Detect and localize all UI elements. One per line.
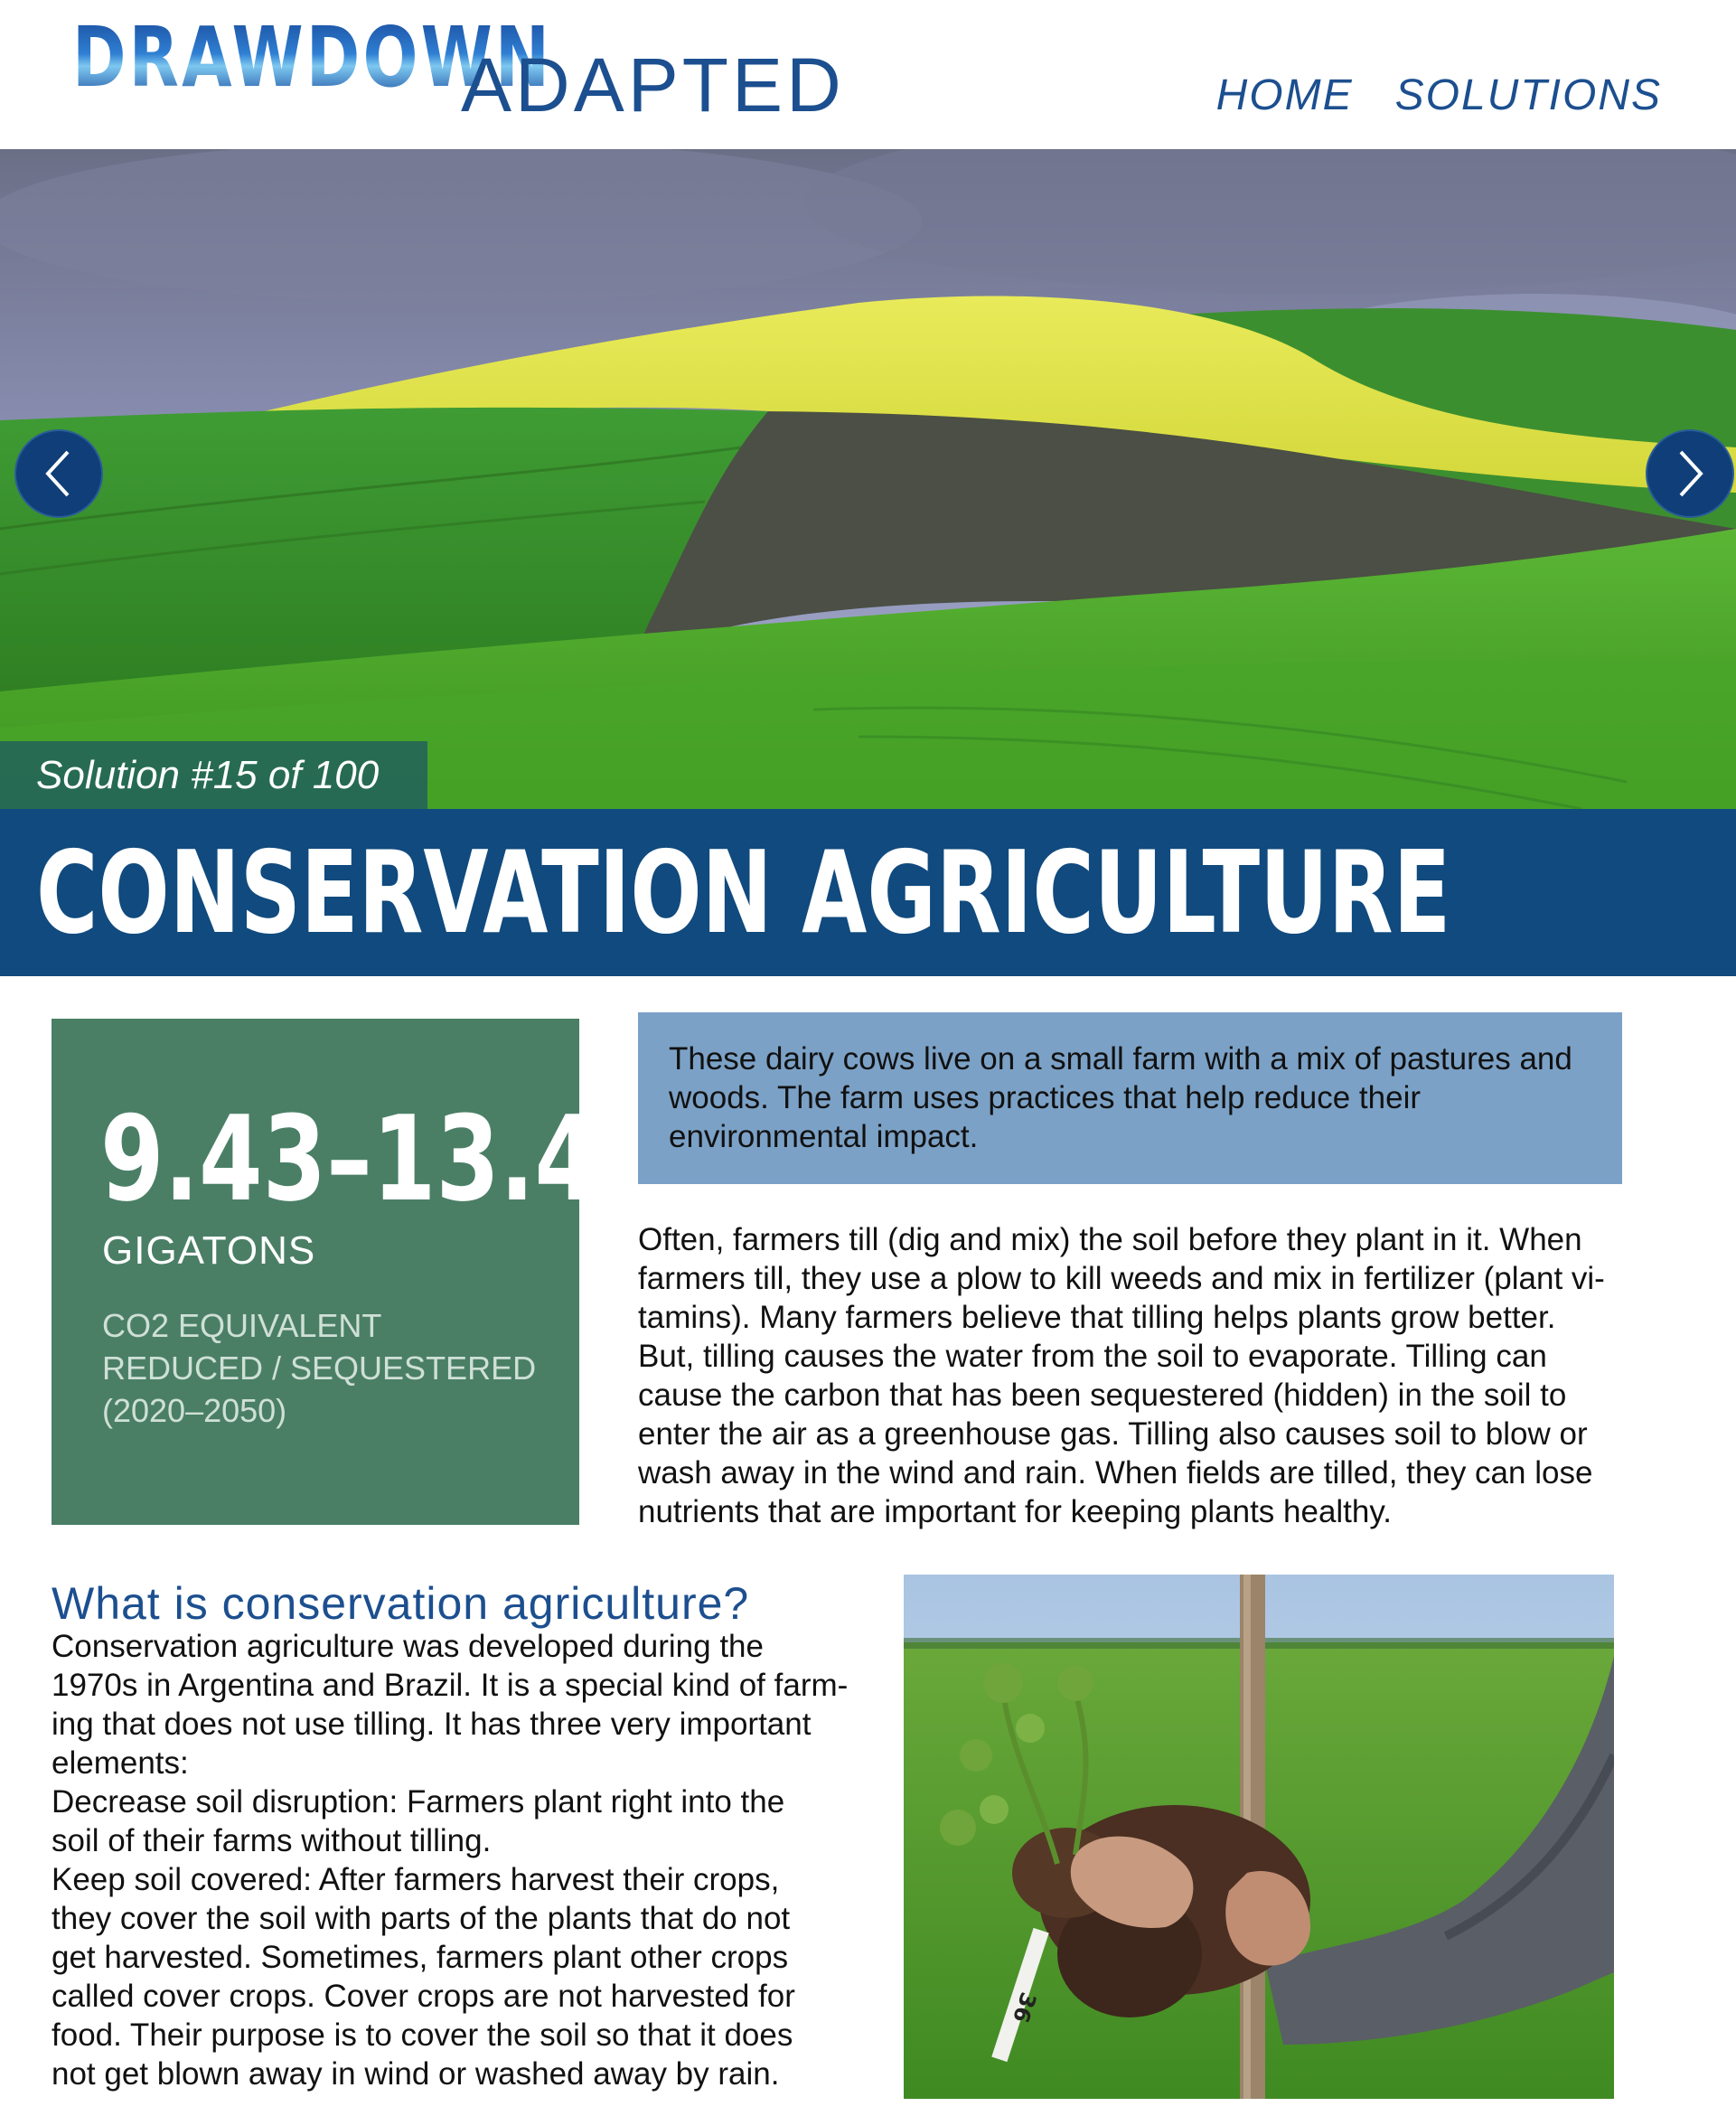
section-line: elements:: [52, 1745, 189, 1781]
body-line: wash away in the wind and rain. When fie…: [638, 1455, 1593, 1491]
site-header: DRAWDOWN ADAPTED HOME SOLUTIONS: [0, 0, 1736, 149]
title-band: CONSERVATION AGRICULTURE: [0, 809, 1736, 976]
stat-desc-line: REDUCED / SEQUESTERED: [102, 1350, 537, 1387]
carousel-next-button[interactable]: [1646, 429, 1734, 518]
section-line: ing that does not use tilling. It has th…: [52, 1707, 812, 1742]
intro-paragraph: Often, farmers till (dig and mix) the so…: [638, 1220, 1632, 1531]
section-heading: What is conservation agriculture?: [52, 1578, 750, 1629]
body-line: But, tilling causes the water from the s…: [638, 1339, 1547, 1374]
section-line: get harvested. Sometimes, farmers plant …: [52, 1940, 789, 1975]
image-caption-box: These dairy cows live on a small farm wi…: [638, 1012, 1622, 1184]
body-line: Often, farmers till (dig and mix) the so…: [638, 1222, 1582, 1257]
stat-desc-line: (2020–2050): [102, 1392, 287, 1429]
nav-home-link[interactable]: HOME: [1216, 71, 1354, 120]
body-line: cause the carbon that has been sequester…: [638, 1378, 1567, 1413]
stat-unit: GIGATONS: [102, 1228, 316, 1273]
section-line: Conservation agriculture was developed d…: [52, 1629, 764, 1664]
section-paragraph: Conservation agriculture was developed d…: [52, 1627, 865, 2093]
chevron-right-icon: [1679, 450, 1703, 497]
nav-solutions-link[interactable]: SOLUTIONS: [1395, 71, 1662, 120]
stat-description: CO2 EQUIVALENT REDUCED / SEQUESTERED (20…: [102, 1304, 572, 1432]
hero-landscape-image: [0, 149, 1736, 809]
section-line: called cover crops. Cover crops are not …: [52, 1979, 795, 2014]
section-line: they cover the soil with parts of the pl…: [52, 1901, 791, 1936]
soil-hands-photo: 36: [904, 1575, 1614, 2099]
section-line: food. Their purpose is to cover the soil…: [52, 2017, 793, 2053]
stat-value: 9.43–13.4: [100, 1090, 599, 1227]
solution-number-tag: Solution #15 of 100: [0, 741, 427, 809]
chevron-left-icon: [45, 450, 70, 497]
section-line: Decrease soil disruption: Farmers plant …: [52, 1784, 785, 1820]
section-line: Keep soil covered: After farmers harvest…: [52, 1862, 780, 1897]
section-line: 1970s in Argentina and Brazil. It is a s…: [52, 1668, 849, 1703]
logo-adapted[interactable]: ADAPTED: [461, 47, 845, 123]
section-line: soil of their farms without tilling.: [52, 1823, 492, 1858]
stat-desc-line: CO2 EQUIVALENT: [102, 1307, 382, 1344]
body-line: tamins). Many farmers believe that tilli…: [638, 1300, 1556, 1335]
hero-carousel: Solution #15 of 100: [0, 149, 1736, 809]
carousel-prev-button[interactable]: [14, 429, 103, 518]
body-line: farmers till, they use a plow to kill we…: [638, 1261, 1605, 1296]
stat-box: 9.43–13.4 GIGATONS CO2 EQUIVALENT REDUCE…: [52, 1019, 598, 1525]
body-line: nutrients that are important for keeping…: [638, 1494, 1393, 1529]
section-line: not get blown away in wind or washed awa…: [52, 2056, 780, 2092]
main-nav: HOME SOLUTIONS: [1216, 71, 1662, 120]
page-title: CONSERVATION AGRICULTURE: [36, 826, 1451, 959]
body-line: enter the air as a greenhouse gas. Tilli…: [638, 1416, 1588, 1452]
